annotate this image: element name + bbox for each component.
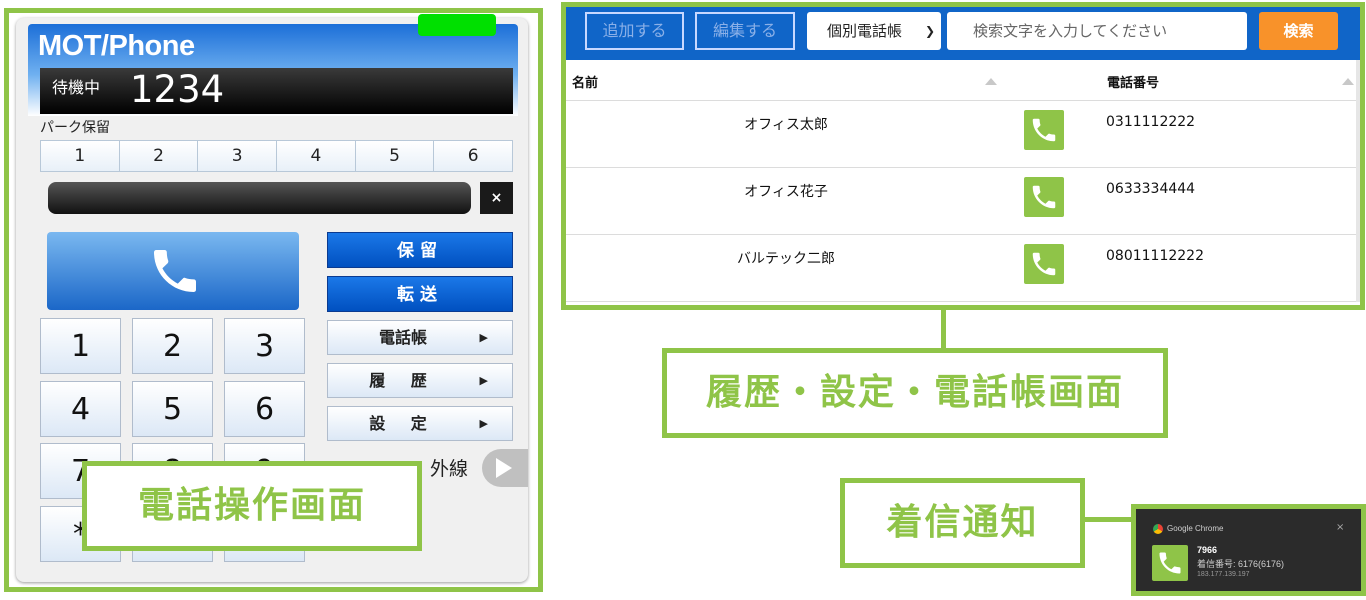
connector-line — [941, 310, 946, 350]
call-contact-button[interactable] — [1024, 244, 1064, 284]
key-3[interactable]: 3 — [224, 318, 305, 374]
phonebook-select[interactable]: 個別電話帳 ❯ — [807, 12, 941, 50]
search-button[interactable]: 検索 — [1259, 12, 1338, 50]
park-slot-3[interactable]: 3 — [198, 141, 278, 171]
notification-app-name: Google Chrome — [1167, 524, 1224, 533]
key-4[interactable]: 4 — [40, 381, 121, 437]
brand-logo: MOT/Phone — [38, 30, 195, 62]
park-hold-label: パーク保留 — [40, 120, 110, 136]
park-slot-5[interactable]: 5 — [355, 141, 435, 171]
edit-button[interactable]: 編集する — [695, 12, 795, 50]
call-button[interactable] — [47, 232, 299, 310]
notification-body: 着信番号: 6176(6176) — [1197, 559, 1285, 569]
phone-handset-icon — [1032, 252, 1056, 276]
status-label: 待機中 — [52, 78, 101, 97]
contact-phone: 08011112222 — [1106, 248, 1204, 264]
outside-line-toggle[interactable] — [482, 449, 528, 487]
key-6[interactable]: 6 — [224, 381, 305, 437]
chrome-icon — [1153, 524, 1163, 534]
park-slots: 1 2 3 4 5 6 — [40, 140, 513, 172]
settings-menu-label: 設 定 — [369, 414, 437, 433]
call-contact-button[interactable] — [1024, 110, 1064, 150]
clear-button[interactable]: × — [480, 182, 513, 214]
notification-title: 7966 — [1197, 545, 1218, 555]
key-2[interactable]: 2 — [132, 318, 213, 374]
add-button[interactable]: 追加する — [585, 12, 684, 50]
phone-screen-caption: 電話操作画面 — [82, 461, 422, 551]
column-header-phone[interactable]: 電話番号 — [1107, 72, 1159, 91]
sort-ascending-icon[interactable] — [1342, 78, 1354, 85]
park-slot-2[interactable]: 2 — [119, 141, 199, 171]
settings-menu-button[interactable]: 設 定 ▶ — [327, 406, 513, 441]
play-arrow-icon: ▶ — [479, 374, 488, 387]
contact-name: バルテック二郎 — [737, 251, 835, 267]
dial-number-input[interactable] — [48, 182, 471, 214]
phone-handset-icon — [1032, 118, 1056, 142]
phonebook-menu-label: 電話帳 — [378, 328, 427, 347]
phonebook-select-value: 個別電話帳 — [827, 22, 903, 40]
notification-caption: 着信通知 — [840, 478, 1085, 568]
history-menu-label: 履 歴 — [369, 371, 437, 390]
play-icon — [496, 458, 512, 478]
table-row: オフィス太郎 0311112222 — [566, 101, 1356, 168]
contact-name: オフィス花子 — [744, 184, 828, 200]
transfer-button[interactable]: 転送 — [327, 276, 513, 312]
play-arrow-icon: ▶ — [479, 331, 488, 344]
phone-handset-icon — [1152, 545, 1188, 581]
park-slot-6[interactable]: 6 — [434, 141, 513, 171]
outside-line-label: 外線 — [430, 458, 469, 480]
hold-button[interactable]: 保留 — [327, 232, 513, 268]
phonebook-screen-caption: 履歴・設定・電話帳画面 — [662, 348, 1168, 438]
park-slot-4[interactable]: 4 — [277, 141, 356, 171]
search-input[interactable]: 検索文字を入力してください — [947, 12, 1247, 50]
close-icon[interactable]: × — [1336, 522, 1344, 533]
table-row: バルテック二郎 08011112222 — [566, 235, 1356, 302]
history-menu-button[interactable]: 履 歴 ▶ — [327, 363, 513, 398]
status-bar — [40, 68, 513, 114]
column-header-name[interactable]: 名前 — [572, 72, 598, 91]
contact-phone: 0633334444 — [1106, 181, 1196, 197]
sort-ascending-icon[interactable] — [985, 78, 997, 85]
phone-handset-icon — [1032, 185, 1056, 209]
call-contact-button[interactable] — [1024, 177, 1064, 217]
table-row: オフィス花子 0633334444 — [566, 168, 1356, 235]
notification-ip: 183.177.139.197 — [1197, 571, 1250, 578]
key-1[interactable]: 1 — [40, 318, 121, 374]
phonebook-table-header — [566, 60, 1360, 101]
connection-indicator — [418, 14, 496, 36]
phone-handset-icon — [154, 250, 196, 292]
contact-phone: 0311112222 — [1106, 114, 1196, 130]
park-slot-1[interactable]: 1 — [41, 141, 120, 171]
connector-line — [1085, 517, 1134, 522]
contact-name: オフィス太郎 — [744, 117, 828, 133]
chevron-down-icon: ❯ — [924, 24, 935, 38]
play-arrow-icon: ▶ — [479, 417, 488, 430]
scrollbar[interactable] — [1356, 60, 1360, 302]
phonebook-menu-button[interactable]: 電話帳 ▶ — [327, 320, 513, 355]
key-5[interactable]: 5 — [132, 381, 213, 437]
extension-number: 1234 — [130, 68, 225, 111]
